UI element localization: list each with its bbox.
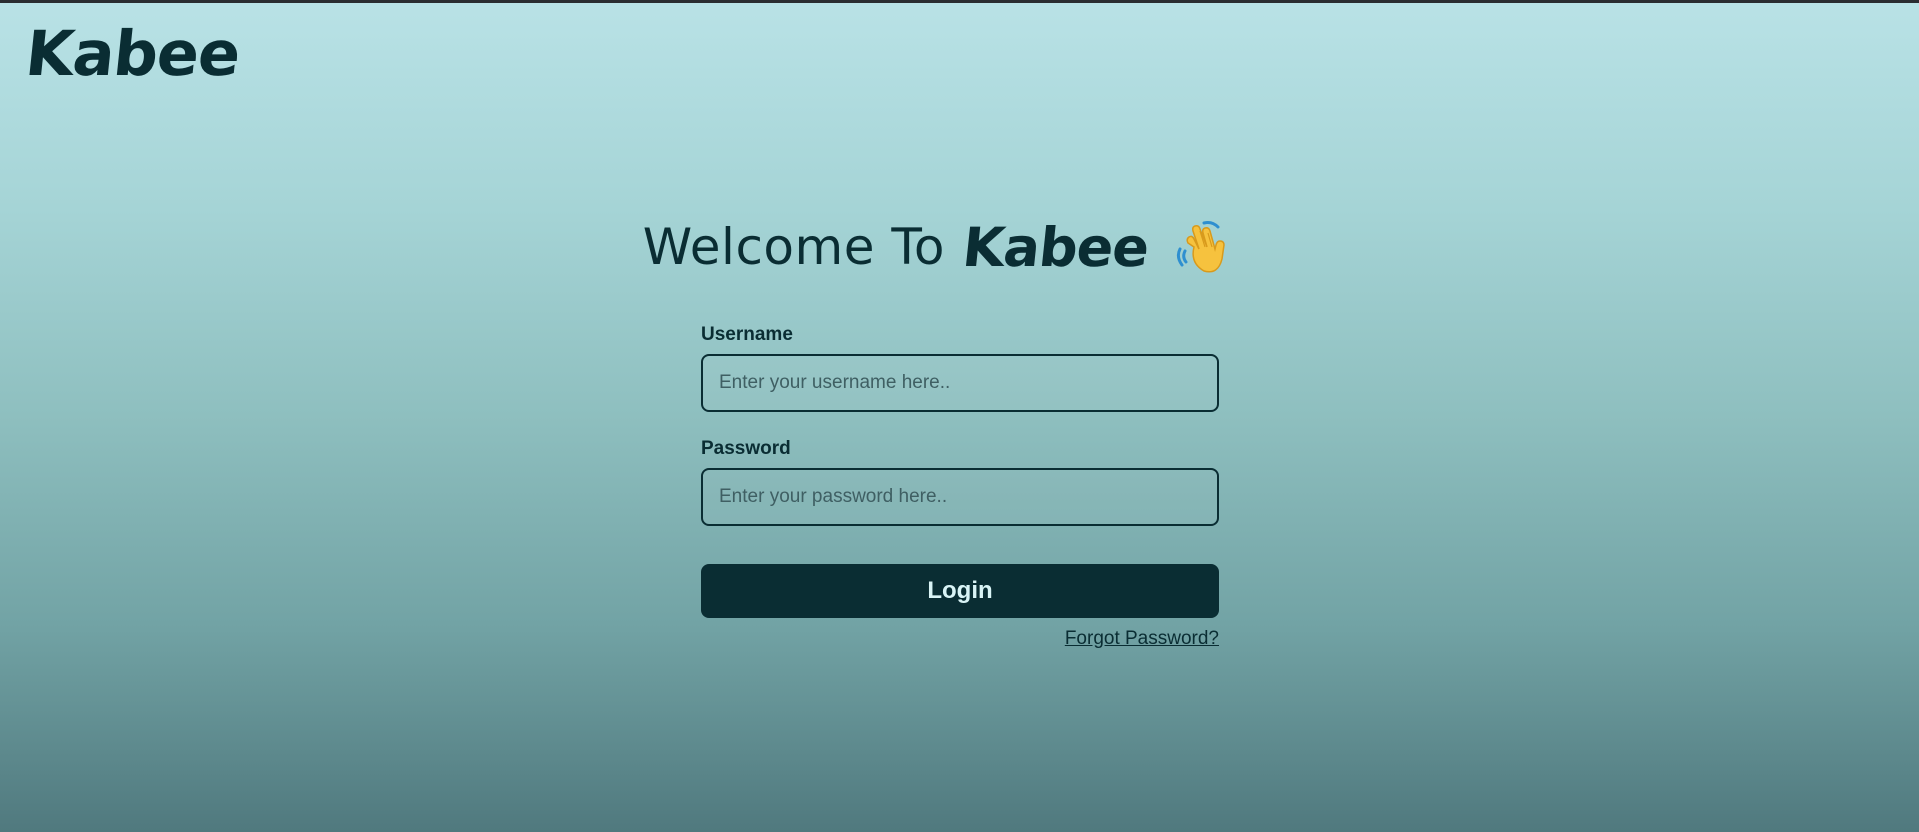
login-form: Username Password Login Forgot Password? [701, 324, 1219, 650]
welcome-brand: Kabee [959, 215, 1152, 279]
welcome-text: Welcome To [642, 218, 946, 276]
password-input[interactable] [701, 468, 1219, 526]
username-label: Username [701, 324, 793, 345]
username-input[interactable] [701, 354, 1219, 412]
password-label: Password [701, 438, 791, 459]
welcome-heading: Welcome To Kabee [0, 214, 1896, 280]
forgot-password-link[interactable]: Forgot Password? [1065, 628, 1219, 649]
forgot-row: Forgot Password? [701, 628, 1219, 650]
waving-hand-icon [1174, 219, 1230, 275]
login-button[interactable]: Login [701, 564, 1219, 618]
brand-logo[interactable]: Kabee [22, 17, 243, 90]
password-group: Password [701, 438, 1219, 526]
window-top-strip [0, 0, 1919, 3]
